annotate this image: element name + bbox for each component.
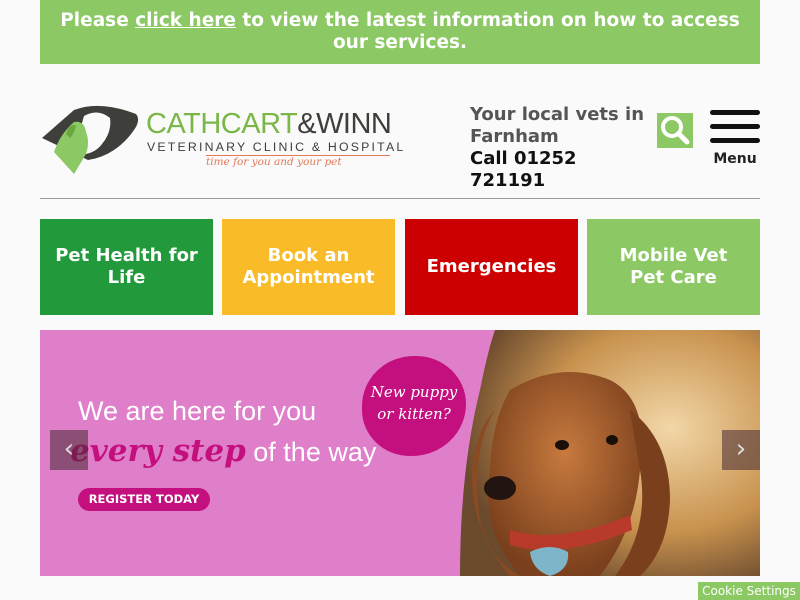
tile-mobile-vet[interactable]: Mobile Vet Pet Care: [587, 219, 760, 315]
search-button[interactable]: [657, 113, 693, 148]
header-divider: [40, 198, 760, 199]
chevron-left-icon: ‹: [63, 434, 75, 464]
banner-subheadline: every step of the way: [70, 433, 377, 469]
banner-headline: We are here for you: [78, 396, 317, 426]
logo-subtitle: VETERINARY CLINIC & HOSPITAL: [147, 140, 406, 154]
site-logo[interactable]: CATHCART&WINN VETERINARY CLINIC & HOSPIT…: [40, 104, 403, 180]
hamburger-icon: [710, 110, 760, 115]
search-icon: [661, 116, 690, 145]
notice-text-after: to view the latest information on how to…: [235, 10, 740, 53]
local-info: Your local vets in Farnham Call 01252 72…: [470, 104, 650, 192]
notice-text-before: Please: [60, 10, 136, 31]
notice-link[interactable]: click here: [135, 10, 236, 31]
carousel-prev-button[interactable]: ‹: [50, 430, 88, 470]
carousel-next-button[interactable]: ›: [722, 430, 760, 470]
chevron-right-icon: ›: [735, 434, 747, 464]
tile-emergencies[interactable]: Emergencies: [405, 219, 578, 315]
local-vets-text: Your local vets in Farnham: [470, 104, 645, 147]
menu-label: Menu: [713, 151, 757, 167]
logo-brand: CATHCART&WINN: [146, 108, 392, 140]
phone-number[interactable]: Call 01252 721191: [470, 148, 650, 192]
register-today-button[interactable]: REGISTER TODAY: [78, 488, 210, 511]
tile-book-appointment[interactable]: Book an Appointment: [222, 219, 395, 315]
tile-pet-health[interactable]: Pet Health for Life: [40, 219, 213, 315]
menu-button[interactable]: Menu: [710, 110, 760, 168]
cookie-settings-button[interactable]: Cookie Settings: [698, 582, 800, 600]
hero-banner[interactable]: We are here for you every step of the wa…: [40, 330, 760, 576]
logo-text: CATHCART&WINN VETERINARY CLINIC & HOSPIT…: [146, 108, 405, 169]
logo-tagline: time for you and your pet: [206, 155, 390, 169]
logo-mark-icon: [42, 105, 139, 174]
notice-banner: Please click here to view the latest inf…: [40, 0, 760, 64]
